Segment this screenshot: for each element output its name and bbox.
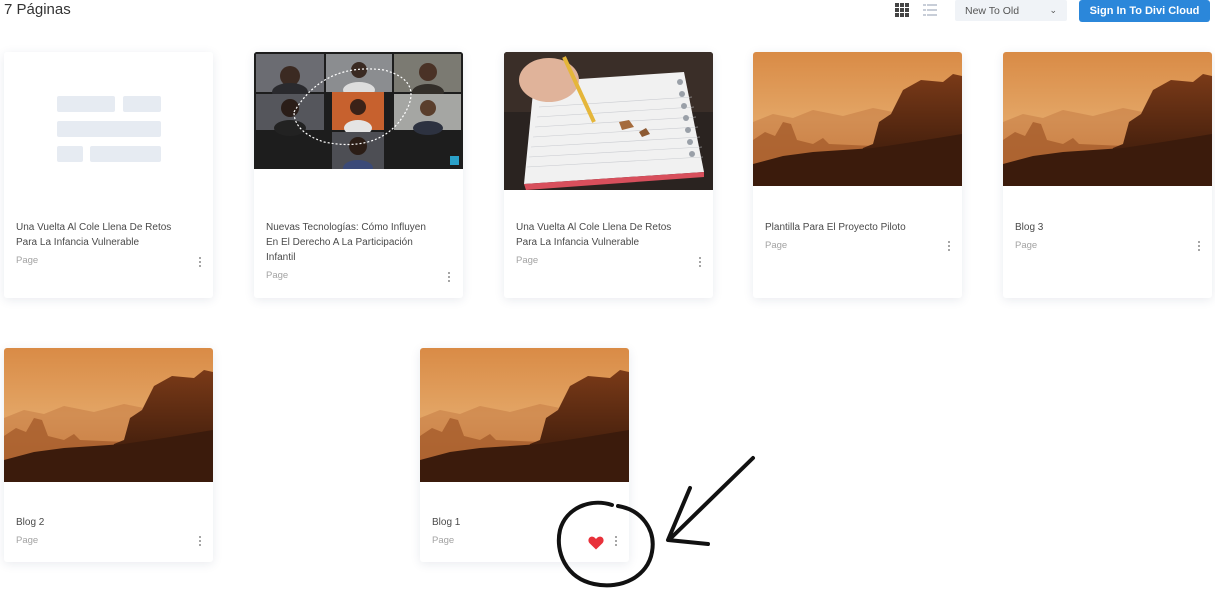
card-title[interactable]: Una Vuelta Al Cole Llena De Retos Para L… (516, 220, 706, 250)
chevron-down-icon: ⌄ (1049, 5, 1057, 15)
card-title[interactable]: Blog 1 (432, 515, 622, 530)
card-thumbnail (4, 52, 213, 192)
card-title[interactable]: Blog 2 (16, 515, 206, 530)
card-type-label: Page (266, 270, 289, 281)
more-options-icon[interactable] (196, 255, 204, 271)
card-thumbnail (254, 52, 463, 169)
card-type-label: Page (1015, 240, 1038, 251)
grid-view-icon[interactable] (894, 2, 910, 18)
more-options-icon[interactable] (445, 270, 453, 286)
card-title[interactable]: Nuevas Tecnologías: Cómo Influyen En El … (266, 220, 461, 265)
more-options-icon[interactable] (612, 534, 620, 550)
page-count-title: 7 Páginas (4, 1, 71, 18)
card-title[interactable]: Plantilla Para El Proyecto Piloto (765, 220, 955, 235)
more-options-icon[interactable] (696, 255, 704, 271)
card-thumbnail (420, 348, 629, 482)
card-thumbnail (504, 52, 713, 190)
card-type-label: Page (765, 240, 788, 251)
card-title[interactable]: Una Vuelta Al Cole Llena De Retos Para L… (16, 220, 206, 250)
card-type-label: Page (432, 535, 455, 546)
card-type-label: Page (16, 535, 39, 546)
more-options-icon[interactable] (1195, 239, 1203, 255)
page-card[interactable]: Blog 1 Page (420, 348, 629, 562)
page-card[interactable]: Una Vuelta Al Cole Llena De Retos Para L… (4, 52, 213, 298)
annotation-arrow-shaft (670, 456, 755, 539)
sort-order-select[interactable]: New To Old ⌄ (955, 0, 1067, 21)
list-view-icon[interactable] (922, 2, 938, 18)
more-options-icon[interactable] (945, 239, 953, 255)
sign-in-divi-cloud-button[interactable]: Sign In To Divi Cloud (1079, 0, 1210, 22)
heart-icon[interactable] (588, 535, 604, 554)
page-card[interactable]: Plantilla Para El Proyecto Piloto Page (753, 52, 962, 298)
card-thumbnail (4, 348, 213, 482)
page-card[interactable]: Blog 3 Page (1003, 52, 1212, 298)
more-options-icon[interactable] (196, 534, 204, 550)
card-type-label: Page (16, 255, 39, 266)
card-thumbnail (1003, 52, 1212, 186)
sort-order-value: New To Old (965, 4, 1020, 17)
card-thumbnail (753, 52, 962, 186)
card-type-label: Page (516, 255, 539, 266)
annotation-arrow-head (666, 486, 710, 546)
card-title[interactable]: Blog 3 (1015, 220, 1205, 235)
page-card[interactable]: Blog 2 Page (4, 348, 213, 562)
page-card[interactable]: Una Vuelta Al Cole Llena De Retos Para L… (504, 52, 713, 298)
page-card[interactable]: Nuevas Tecnologías: Cómo Influyen En El … (254, 52, 463, 298)
